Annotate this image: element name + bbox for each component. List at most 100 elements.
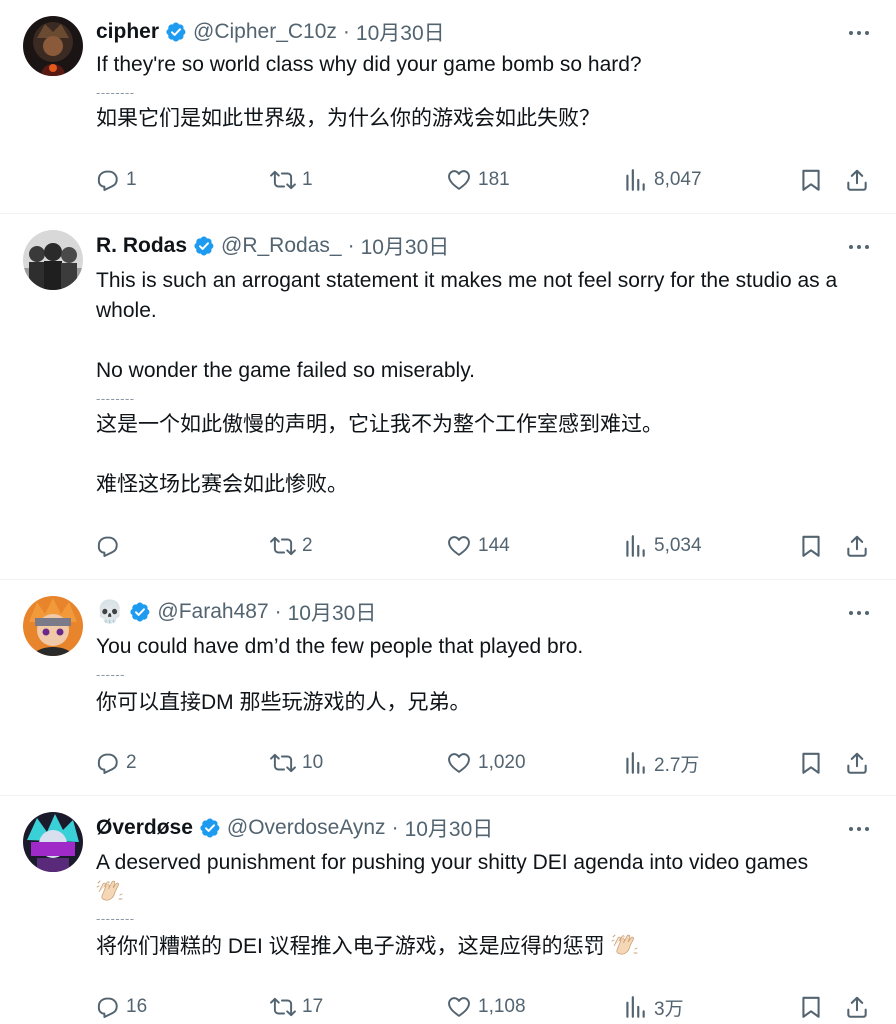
avatar[interactable] [23,596,83,656]
share-button[interactable] [844,990,870,1024]
display-name[interactable]: R. Rodas [96,234,187,258]
repost-count: 17 [302,996,324,1017]
display-name-emoji[interactable]: 💀 [96,601,123,623]
tweet[interactable]: Øverdøse @OverdoseAynz · 10月30日 A deserv… [0,796,896,1024]
view-count: 2.7万 [654,754,700,776]
tweet-text: This is such an arrogant statement it ma… [96,266,876,386]
repost-count: 2 [302,535,313,556]
separator-dot: · [274,600,282,623]
reply-button[interactable]: 2 [94,746,137,780]
like-button[interactable]: 1,020 [446,746,526,780]
timestamp[interactable]: 10月30日 [356,17,445,47]
handle[interactable]: @OverdoseAynz [227,816,386,840]
translated-text-line: 你可以直接DM 那些玩游戏的人，兄弟。 [96,691,471,714]
reply-count: 2 [126,752,137,773]
heart-icon [446,994,472,1020]
translated-text-line: 这是一个如此傲慢的声明，它让我不为整个工作室感到难过。 [96,413,663,436]
more-icon[interactable] [844,232,874,262]
separator-dot: · [347,234,355,257]
handle[interactable]: @Cipher_C10z [193,20,337,44]
bookmark-icon [798,533,824,559]
like-count: 1,108 [478,996,526,1017]
repost-icon [270,750,296,776]
display-name[interactable]: Øverdøse [96,816,193,840]
more-icon[interactable] [844,598,874,628]
avatar-image [23,812,83,872]
more-icon[interactable] [844,814,874,844]
translated-text: 你可以直接DM 那些玩游戏的人，兄弟。 [96,688,876,718]
more-icon[interactable] [844,18,874,48]
translated-text: 将你们糟糕的 DEI 议程推入电子游戏，这是应得的惩罚 [96,932,876,962]
tweet-text: A deserved punishment for pushing your s… [96,848,816,908]
reply-count: 16 [126,996,148,1017]
translated-text: 这是一个如此傲慢的声明，它让我不为整个工作室感到难过。 难怪这场比赛会如此惨败。 [96,410,876,500]
tweet-text: If they're so world class why did your g… [96,50,876,80]
share-icon [844,750,870,776]
share-icon [844,167,870,193]
verified-badge-icon [129,601,151,623]
reply-button[interactable]: 16 [94,990,147,1024]
timestamp[interactable]: 10月30日 [288,597,377,627]
tweet[interactable]: R. Rodas @R_Rodas_ · 10月30日 This is such… [0,214,896,580]
share-button[interactable] [844,746,870,780]
bookmark-icon [798,750,824,776]
avatar[interactable] [23,230,83,290]
bookmark-button[interactable] [798,163,824,197]
translation-divider: ------ [96,667,125,682]
heart-icon [446,167,472,193]
translation-divider: -------- [96,391,135,406]
reply-icon [94,994,120,1020]
handle[interactable]: @Farah487 [157,600,268,624]
bookmark-button[interactable] [798,746,824,780]
translated-text-content: 将你们糟糕的 DEI 议程推入电子游戏，这是应得的惩罚 [96,935,605,958]
bookmark-icon [798,994,824,1020]
repost-count: 1 [302,169,313,190]
bookmark-button[interactable] [798,990,824,1024]
analytics-icon [622,167,648,193]
avatar-image [23,230,83,290]
repost-button[interactable]: 2 [270,529,313,563]
avatar[interactable] [23,16,83,76]
share-button[interactable] [844,529,870,563]
timestamp[interactable]: 10月30日 [361,231,450,261]
tweet-header: R. Rodas @R_Rodas_ · 10月30日 [96,231,449,261]
avatar[interactable] [23,812,83,872]
tweet[interactable]: cipher @Cipher_C10z · 10月30日 If they're … [0,0,896,214]
share-button[interactable] [844,163,870,197]
views-button[interactable]: 8,047 [622,163,702,197]
timestamp[interactable]: 10月30日 [405,813,494,843]
bookmark-icon [798,167,824,193]
reply-icon [94,750,120,776]
views-button[interactable]: 3万 [622,990,684,1024]
heart-icon [446,750,472,776]
display-name[interactable]: cipher [96,20,159,44]
share-icon [844,994,870,1020]
reply-count: 1 [126,169,137,190]
verified-badge-icon [199,817,221,839]
analytics-icon [622,533,648,559]
analytics-icon [622,750,648,776]
heart-icon [446,533,472,559]
like-button[interactable]: 144 [446,529,510,563]
handle[interactable]: @R_Rodas_ [221,234,342,258]
repost-button[interactable]: 17 [270,990,323,1024]
share-icon [844,533,870,559]
views-button[interactable]: 5,034 [622,529,702,563]
like-count: 181 [478,169,510,190]
reply-button[interactable] [94,529,126,563]
tweet-text-line: This is such an arrogant statement it ma… [96,269,838,322]
like-button[interactable]: 1,108 [446,990,526,1024]
like-button[interactable]: 181 [446,163,510,197]
repost-button[interactable]: 10 [270,746,323,780]
bookmark-button[interactable] [798,529,824,563]
reply-button[interactable]: 1 [94,163,137,197]
repost-icon [270,533,296,559]
views-button[interactable]: 2.7万 [622,746,699,780]
view-count: 3万 [654,998,684,1020]
tweet[interactable]: 💀 @Farah487 · 10月30日 You could have dm’d… [0,580,896,796]
tweet-text: You could have dm’d the few people that … [96,632,876,662]
translated-text-line: 将你们糟糕的 DEI 议程推入电子游戏，这是应得的惩罚 [96,932,876,962]
reply-icon [94,533,120,559]
repost-button[interactable]: 1 [270,163,313,197]
clapping-hands-emoji [96,878,124,904]
